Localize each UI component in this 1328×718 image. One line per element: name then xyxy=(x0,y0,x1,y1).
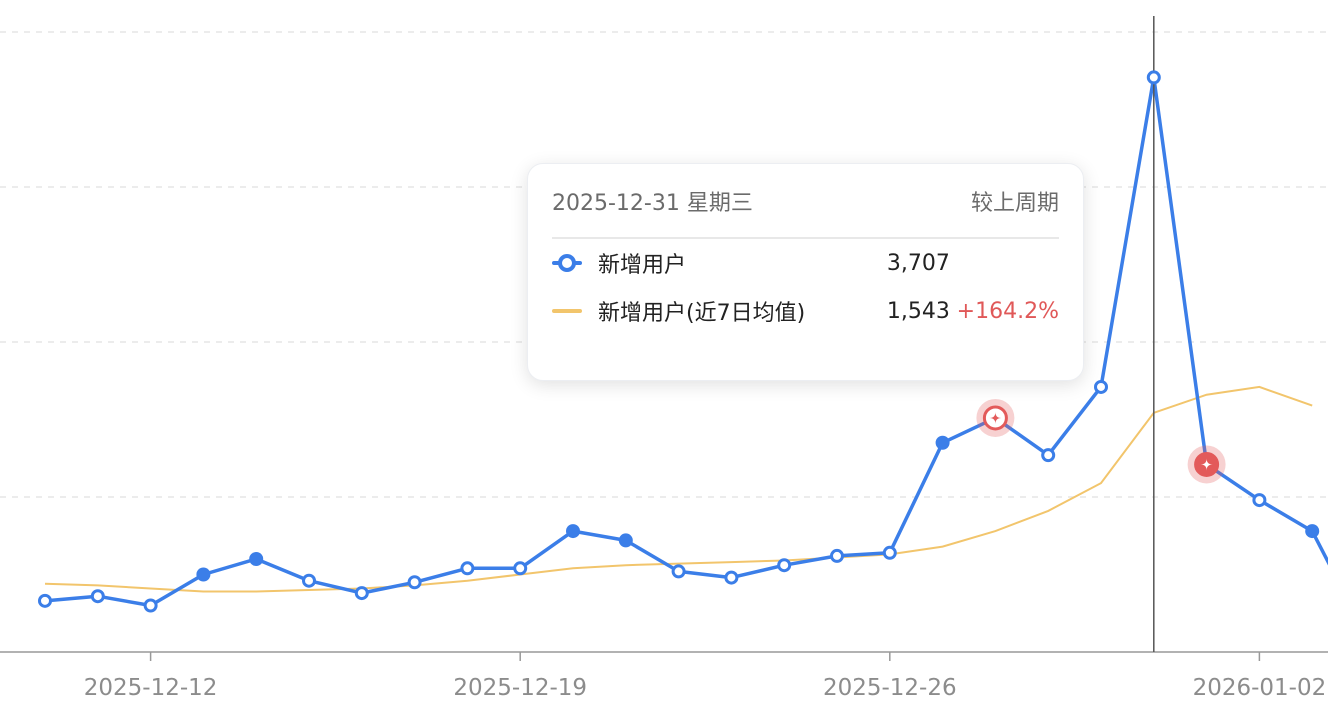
data-point xyxy=(90,589,105,604)
line-legend-icon xyxy=(552,299,582,323)
data-point xyxy=(935,435,950,450)
x-axis: 2025-12-12 2025-12-19 2025-12-26 2026-01-02 xyxy=(0,651,1328,701)
data-point xyxy=(460,561,475,576)
hollow-circle-legend-icon xyxy=(552,251,582,275)
data-point xyxy=(143,598,158,613)
anomaly-marker xyxy=(1187,445,1226,484)
tooltip-series-value: 1,543 xyxy=(886,298,950,324)
data-point xyxy=(38,593,52,608)
average-series-line xyxy=(44,385,1313,593)
data-point xyxy=(1146,70,1161,85)
tooltip-row-new-users: 新增用户 3,707 xyxy=(552,239,1059,287)
x-tick-label: 2025-12-19 xyxy=(453,675,587,701)
tooltip-series-change: +164.2% xyxy=(956,298,1059,324)
data-point xyxy=(354,586,369,601)
data-point xyxy=(1305,524,1320,539)
tooltip-series-name: 新增用户 xyxy=(598,253,687,278)
tooltip-compare-label: 较上周期 xyxy=(970,190,1059,216)
data-point xyxy=(618,533,633,548)
data-point xyxy=(671,564,686,579)
x-tick-label: 2026-01-02 xyxy=(1193,675,1327,701)
data-point xyxy=(302,573,316,588)
anomaly-marker xyxy=(976,398,1015,437)
data-point xyxy=(882,545,897,560)
data-point xyxy=(566,524,580,539)
tooltip-date: 2025-12-31 星期三 xyxy=(552,190,753,216)
tooltip-series-value: 3,707 xyxy=(886,250,950,276)
data-point xyxy=(830,548,844,563)
tooltip-row-avg: 新增用户(近7日均值) 1,543 +164.2% xyxy=(552,287,1059,335)
x-tick-label: 2025-12-12 xyxy=(84,675,218,701)
data-point xyxy=(1041,448,1056,463)
data-point xyxy=(407,575,422,590)
tooltip: 2025-12-31 星期三 较上周期 新增用户 3,707 新增用户(近7日均… xyxy=(527,163,1084,381)
data-point xyxy=(513,561,528,576)
tooltip-header: 2025-12-31 星期三 较上周期 xyxy=(552,164,1059,239)
data-point xyxy=(249,552,264,566)
data-point xyxy=(1094,379,1108,394)
data-point xyxy=(777,558,792,573)
data-point xyxy=(196,567,211,582)
data-point xyxy=(1252,493,1267,508)
tooltip-series-name: 新增用户(近7日均值) xyxy=(598,301,806,326)
data-point xyxy=(724,570,739,585)
x-tick-label: 2025-12-26 xyxy=(823,675,957,701)
